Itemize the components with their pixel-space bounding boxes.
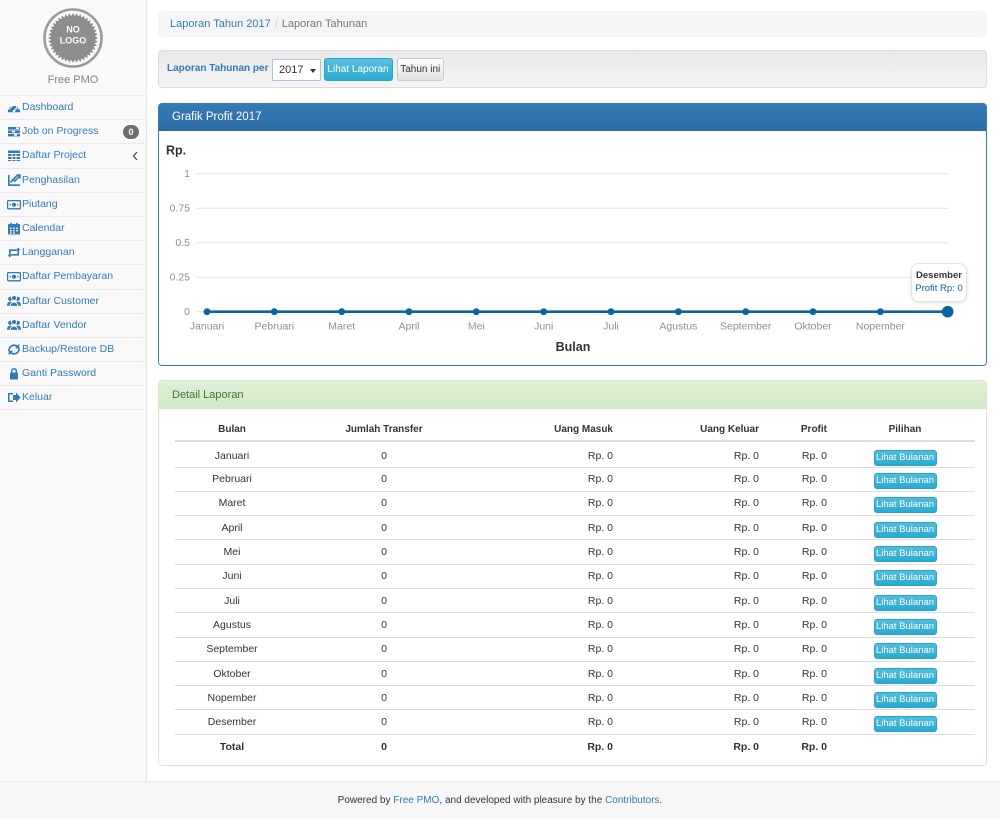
svg-text:Pebruari: Pebruari <box>254 321 294 333</box>
svg-text:0: 0 <box>184 306 190 318</box>
svg-text:Juli: Juli <box>603 321 619 333</box>
svg-text:0.5: 0.5 <box>175 237 190 249</box>
svg-text:Juni: Juni <box>534 321 553 333</box>
svg-text:Bulan: Bulan <box>556 340 591 354</box>
svg-text:NO: NO <box>66 25 80 35</box>
svg-text:Rp.: Rp. <box>166 144 186 158</box>
svg-text:Oktober: Oktober <box>794 321 832 333</box>
svg-text:LOGO: LOGO <box>60 36 87 46</box>
svg-text:Agustus: Agustus <box>659 321 697 333</box>
svg-text:0.75: 0.75 <box>170 203 191 215</box>
svg-text:April: April <box>398 321 419 333</box>
svg-text:September: September <box>720 321 772 333</box>
svg-text:1: 1 <box>184 168 190 180</box>
svg-text:0.25: 0.25 <box>170 272 191 284</box>
svg-text:Maret: Maret <box>328 321 355 333</box>
svg-text:Mei: Mei <box>468 321 485 333</box>
svg-text:Nopember: Nopember <box>856 321 906 333</box>
svg-text:Januari: Januari <box>190 321 224 333</box>
